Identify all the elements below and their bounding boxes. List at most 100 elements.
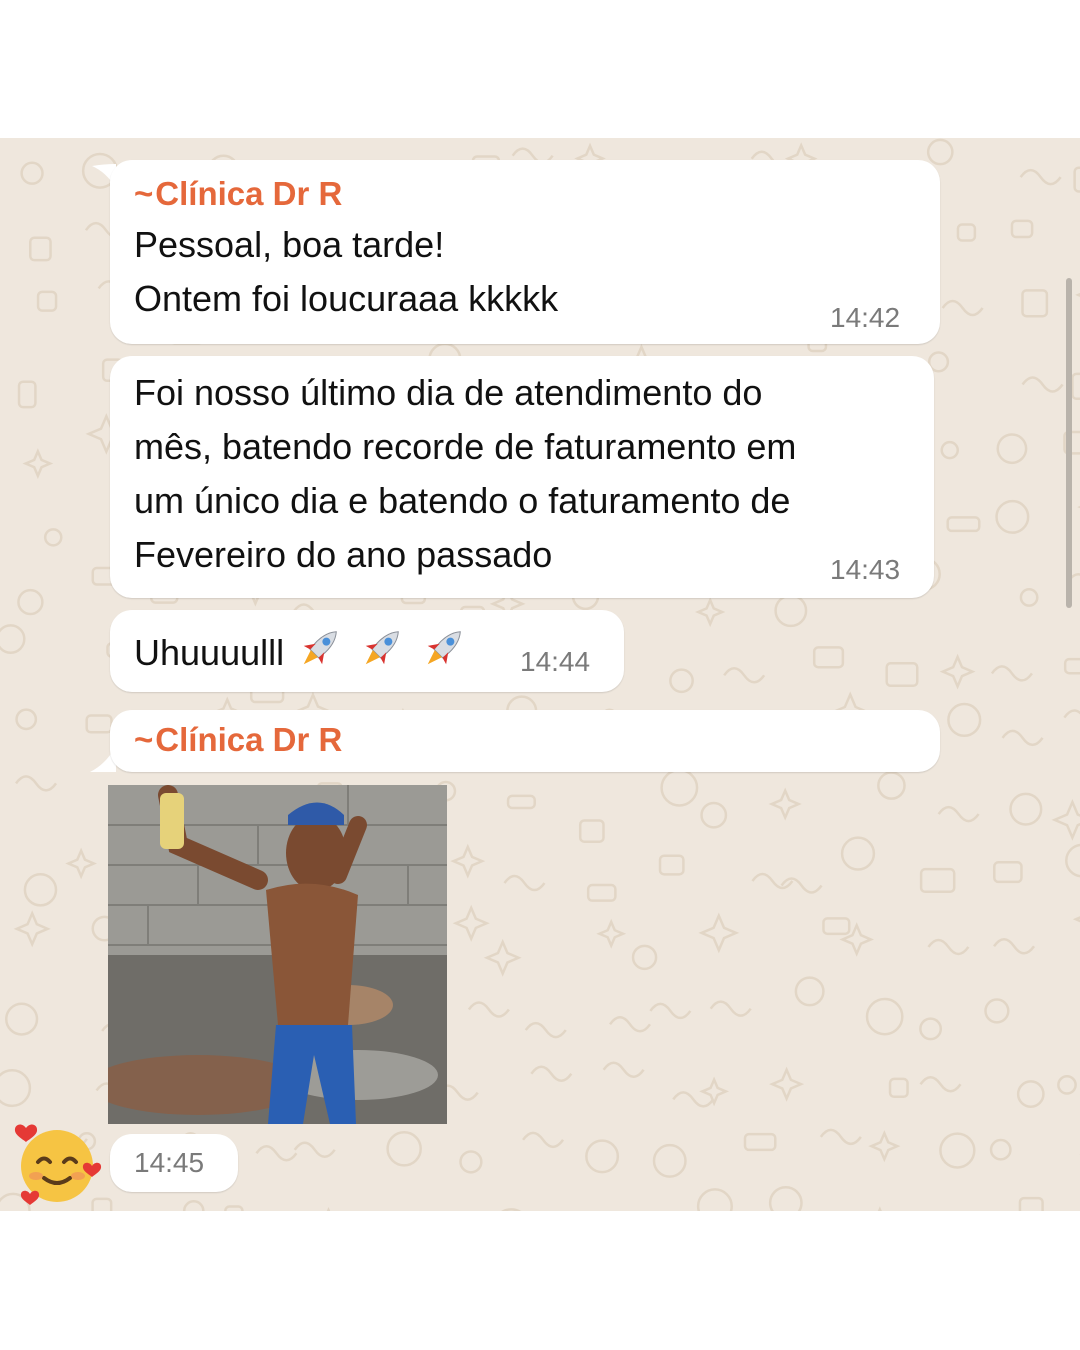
message-time: 14:43 bbox=[830, 554, 901, 585]
message-time: 14:44 bbox=[520, 646, 591, 677]
wallpaper-doodle bbox=[0, 624, 26, 654]
wallpaper-doodle bbox=[885, 662, 919, 688]
wallpaper-doodle bbox=[709, 1000, 752, 1017]
wallpaper-doodle bbox=[723, 667, 766, 684]
message-bubble[interactable]: Uhuuuulll 14:44 bbox=[110, 610, 624, 692]
wallpaper-doodle bbox=[631, 944, 658, 971]
message-time: 14:45 bbox=[134, 1147, 205, 1178]
wallpaper-doodle bbox=[877, 771, 906, 800]
wallpaper-doodle bbox=[947, 702, 982, 738]
rocket-icon bbox=[356, 622, 408, 689]
wallpaper-doodle bbox=[660, 768, 699, 807]
sender-prefix: ~ bbox=[134, 721, 154, 758]
wallpaper-doodle bbox=[1063, 657, 1080, 675]
wallpaper-doodle bbox=[993, 938, 1036, 955]
wallpaper-doodle bbox=[596, 918, 627, 949]
chat-area[interactable]: ~Clínica Dr R Pessoal, boa tarde! Ontem … bbox=[0, 138, 1080, 1211]
avatar[interactable] bbox=[12, 1122, 106, 1208]
wallpaper-doodle bbox=[669, 668, 694, 694]
wallpaper-doodle bbox=[1063, 709, 1080, 719]
message-text: Uhuuuulll bbox=[134, 622, 470, 689]
wallpaper-doodle bbox=[996, 433, 1028, 465]
wallpaper-doodle bbox=[602, 1061, 645, 1078]
wallpaper-doodle bbox=[743, 1132, 777, 1152]
wallpaper-doodle bbox=[22, 448, 54, 479]
wallpaper-doodle bbox=[578, 819, 605, 843]
wallpaper-doodle bbox=[698, 912, 740, 954]
wallpaper-doodle bbox=[43, 528, 63, 547]
wallpaper-doodle bbox=[995, 499, 1030, 534]
wallpaper-doodle bbox=[1021, 289, 1049, 318]
sender-name-text: Clínica Dr R bbox=[155, 175, 343, 212]
photo-image bbox=[108, 785, 447, 1124]
wallpaper-doodle bbox=[224, 1205, 244, 1211]
wallpaper-doodle bbox=[452, 904, 490, 942]
wallpaper-doodle bbox=[326, 1206, 331, 1211]
wallpaper-doodle bbox=[1009, 792, 1043, 826]
wallpaper-doodle bbox=[0, 1069, 32, 1108]
wallpaper-doodle bbox=[255, 1144, 298, 1162]
wallpaper-doodle bbox=[868, 1130, 901, 1163]
message-time: 14:42 bbox=[830, 302, 901, 333]
smiling-face-with-hearts-icon bbox=[14, 1124, 102, 1205]
wallpaper-doodle bbox=[769, 1066, 805, 1102]
wallpaper-doodle bbox=[524, 1021, 567, 1039]
wallpaper-doodle bbox=[586, 883, 617, 902]
sender-prefix: ~ bbox=[134, 175, 154, 212]
wallpaper-doodle bbox=[1073, 166, 1080, 193]
wallpaper-doodle bbox=[293, 1141, 336, 1159]
message-text: Pessoal, boa tarde! Ontem foi loucuraaa … bbox=[134, 224, 559, 319]
wallpaper-doodle bbox=[649, 1002, 692, 1020]
wallpaper-doodle bbox=[1021, 376, 1064, 393]
wallpaper-doodle bbox=[768, 787, 802, 821]
wallpaper-doodle bbox=[467, 1001, 510, 1018]
wallpaper-doodle bbox=[652, 1143, 687, 1178]
wallpaper-doodle bbox=[20, 161, 44, 185]
wallpaper-doodle bbox=[940, 440, 959, 460]
wallpaper-doodle bbox=[939, 1132, 976, 1169]
message-bubble[interactable]: ~Clínica Dr R Pessoal, boa tarde! Ontem … bbox=[110, 160, 940, 344]
wallpaper-doodle bbox=[1057, 1075, 1077, 1095]
wallpaper-doodle bbox=[774, 594, 808, 628]
message-bubble[interactable]: Foi nosso último dia de atendimento do m… bbox=[110, 356, 934, 598]
wallpaper-doodle bbox=[993, 861, 1023, 884]
wallpaper-doodle bbox=[182, 1200, 205, 1211]
sender-name[interactable]: ~Clínica Dr R bbox=[134, 720, 370, 760]
wallpaper-doodle bbox=[926, 138, 954, 166]
wallpaper-doodle bbox=[506, 794, 536, 810]
wallpaper-doodle bbox=[768, 1185, 803, 1211]
wallpaper-doodle bbox=[939, 653, 976, 690]
wallpaper-doodle bbox=[386, 1130, 422, 1167]
wallpaper-doodle bbox=[1019, 588, 1039, 607]
wallpaper-doodle bbox=[696, 1188, 733, 1211]
wallpaper-doodle bbox=[608, 1016, 652, 1033]
wallpaper-doodle bbox=[700, 801, 728, 829]
photo-attachment[interactable] bbox=[108, 785, 447, 1124]
wallpaper-doodle bbox=[23, 873, 58, 907]
wallpaper-doodle bbox=[501, 1208, 522, 1211]
wallpaper-doodle bbox=[1018, 1196, 1044, 1211]
rocket-icon bbox=[294, 622, 346, 689]
wallpaper-doodle bbox=[1010, 219, 1034, 239]
wallpaper-doodle bbox=[1051, 798, 1080, 841]
wallpaper-doodle bbox=[695, 596, 726, 628]
wallpaper-doodle bbox=[919, 1075, 962, 1093]
wallpaper-doodle bbox=[946, 516, 981, 533]
wallpaper-doodle bbox=[5, 1002, 39, 1036]
message-time-bubble[interactable]: 14:45 bbox=[110, 1134, 238, 1192]
wallpaper-doodle bbox=[937, 805, 980, 823]
wallpaper-doodle bbox=[65, 847, 98, 880]
wallpaper-doodle bbox=[503, 874, 546, 892]
wallpaper-doodle bbox=[15, 708, 38, 731]
wallpaper-doodle bbox=[877, 1206, 882, 1211]
wallpaper-doodle bbox=[36, 290, 58, 312]
sender-name-text: Clínica Dr R bbox=[155, 721, 343, 758]
message-text: Foi nosso último dia de atendimento do m… bbox=[134, 372, 797, 575]
wallpaper-doodle bbox=[85, 714, 113, 734]
wallpaper-doodle bbox=[941, 299, 984, 317]
wallpaper-doodle bbox=[1065, 843, 1080, 878]
wallpaper-doodle bbox=[13, 910, 51, 948]
scrollbar[interactable] bbox=[1066, 278, 1072, 608]
message-bubble[interactable]: ~Clínica Dr R bbox=[110, 710, 940, 772]
sender-name[interactable]: ~Clínica Dr R bbox=[134, 174, 370, 214]
